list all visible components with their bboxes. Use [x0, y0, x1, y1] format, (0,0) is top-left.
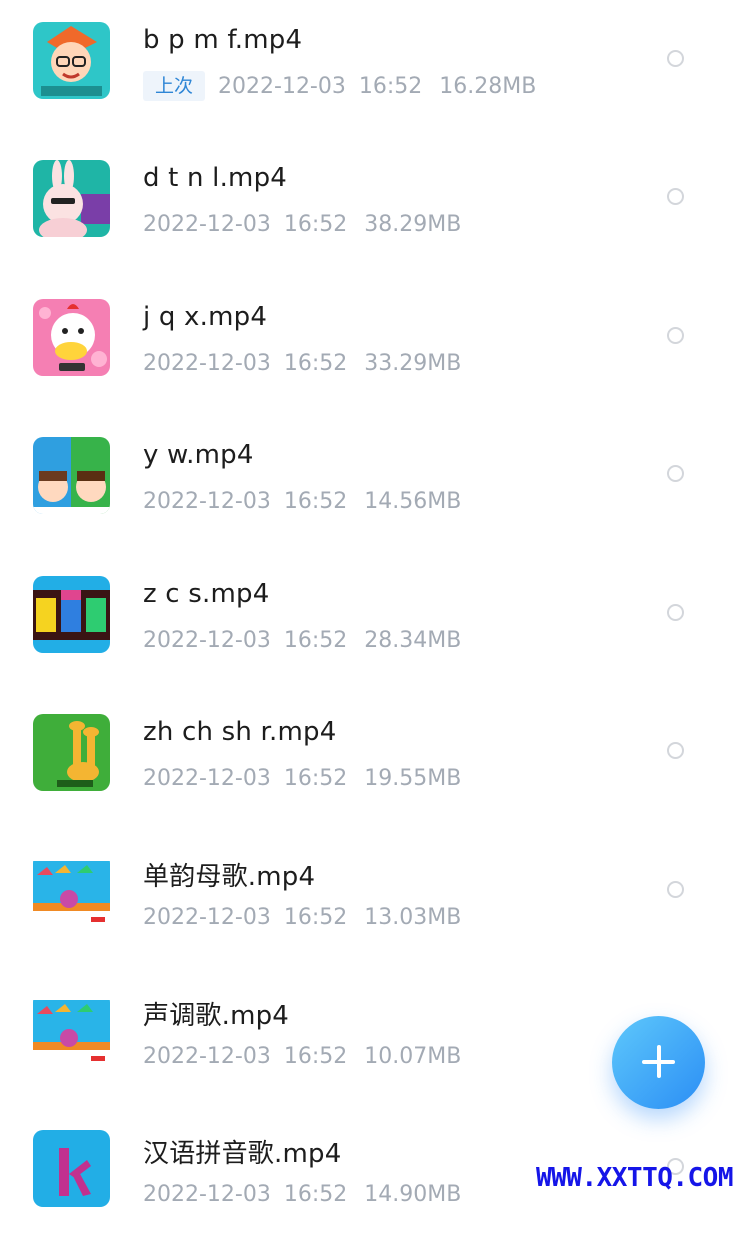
file-time: 16:52 — [283, 765, 348, 791]
file-size: 38.29MB — [364, 211, 462, 237]
file-size: 14.56MB — [364, 488, 462, 514]
file-name: j q x.mp4 — [143, 302, 268, 332]
file-name: b p m f.mp4 — [143, 25, 303, 55]
file-row[interactable]: j q x.mp4 2022-12-03 16:52 33.29MB — [0, 277, 734, 415]
file-row[interactable]: b p m f.mp4 上次 2022-12-03 16:52 16.28MB — [0, 0, 734, 138]
file-date: 2022-12-03 — [143, 904, 271, 930]
file-date: 2022-12-03 — [218, 73, 346, 99]
select-radio[interactable] — [667, 881, 684, 898]
file-meta: 2022-12-03 16:52 14.56MB — [143, 486, 461, 516]
file-date: 2022-12-03 — [143, 488, 271, 514]
file-time: 16:52 — [283, 904, 348, 930]
select-radio[interactable] — [667, 327, 684, 344]
last-played-badge: 上次 — [143, 71, 206, 101]
file-meta: 2022-12-03 16:52 28.34MB — [143, 625, 461, 655]
file-date: 2022-12-03 — [143, 1043, 271, 1069]
select-radio[interactable] — [667, 465, 684, 482]
select-radio[interactable] — [667, 50, 684, 67]
file-size: 14.90MB — [364, 1181, 462, 1207]
file-time: 16:52 — [358, 73, 423, 99]
file-meta: 2022-12-03 16:52 38.29MB — [143, 209, 461, 239]
file-date: 2022-12-03 — [143, 350, 271, 376]
file-meta: 2022-12-03 16:52 10.07MB — [143, 1041, 461, 1071]
file-time: 16:52 — [283, 627, 348, 653]
cartoon-boy-thumbnail — [33, 22, 110, 99]
file-time: 16:52 — [283, 350, 348, 376]
file-row[interactable]: z c s.mp4 2022-12-03 16:52 28.34MB — [0, 554, 734, 692]
bunny-thumbnail — [33, 160, 110, 237]
file-size: 19.55MB — [364, 765, 462, 791]
file-row[interactable]: 单韵母歌.mp4 2022-12-03 16:52 13.03MB — [0, 831, 734, 969]
select-radio[interactable] — [667, 188, 684, 205]
watermark-text: WWW.XXTTQ.COM — [536, 1163, 734, 1193]
file-row[interactable]: y w.mp4 2022-12-03 16:52 14.56MB — [0, 415, 734, 553]
add-button[interactable] — [612, 1016, 705, 1109]
file-size: 10.07MB — [364, 1043, 462, 1069]
file-date: 2022-12-03 — [143, 211, 271, 237]
file-time: 16:52 — [283, 1181, 348, 1207]
file-date: 2022-12-03 — [143, 627, 271, 653]
file-name: d t n l.mp4 — [143, 163, 288, 193]
file-name: y w.mp4 — [143, 440, 254, 470]
file-size: 28.34MB — [364, 627, 462, 653]
select-radio[interactable] — [667, 604, 684, 621]
file-name: 汉语拼音歌.mp4 — [143, 1139, 342, 1169]
file-time: 16:52 — [283, 1043, 348, 1069]
stage-thumbnail — [33, 853, 110, 930]
file-name: z c s.mp4 — [143, 579, 270, 609]
file-meta: 上次 2022-12-03 16:52 16.28MB — [143, 71, 536, 101]
file-size: 33.29MB — [364, 350, 462, 376]
file-date: 2022-12-03 — [143, 765, 271, 791]
letters-zcs-thumbnail — [33, 576, 110, 653]
chicken-thumbnail — [33, 299, 110, 376]
file-meta: 2022-12-03 16:52 13.03MB — [143, 902, 461, 932]
stage-thumbnail — [33, 992, 110, 1069]
file-meta: 2022-12-03 16:52 19.55MB — [143, 763, 461, 793]
file-date: 2022-12-03 — [143, 1181, 271, 1207]
file-name: zh ch sh r.mp4 — [143, 717, 337, 747]
file-name: 声调歌.mp4 — [143, 1001, 290, 1031]
file-time: 16:52 — [283, 211, 348, 237]
file-meta: 2022-12-03 16:52 14.90MB — [143, 1179, 461, 1209]
file-size: 16.28MB — [439, 73, 537, 99]
kids-thumbnail — [33, 437, 110, 514]
file-name: 单韵母歌.mp4 — [143, 862, 316, 892]
file-meta: 2022-12-03 16:52 33.29MB — [143, 348, 461, 378]
letter-k-thumbnail — [33, 1130, 110, 1207]
file-row[interactable]: d t n l.mp4 2022-12-03 16:52 38.29MB — [0, 138, 734, 276]
file-row[interactable]: zh ch sh r.mp4 2022-12-03 16:52 19.55MB — [0, 692, 734, 830]
file-time: 16:52 — [283, 488, 348, 514]
giraffe-thumbnail — [33, 714, 110, 791]
select-radio[interactable] — [667, 742, 684, 759]
file-size: 13.03MB — [364, 904, 462, 930]
